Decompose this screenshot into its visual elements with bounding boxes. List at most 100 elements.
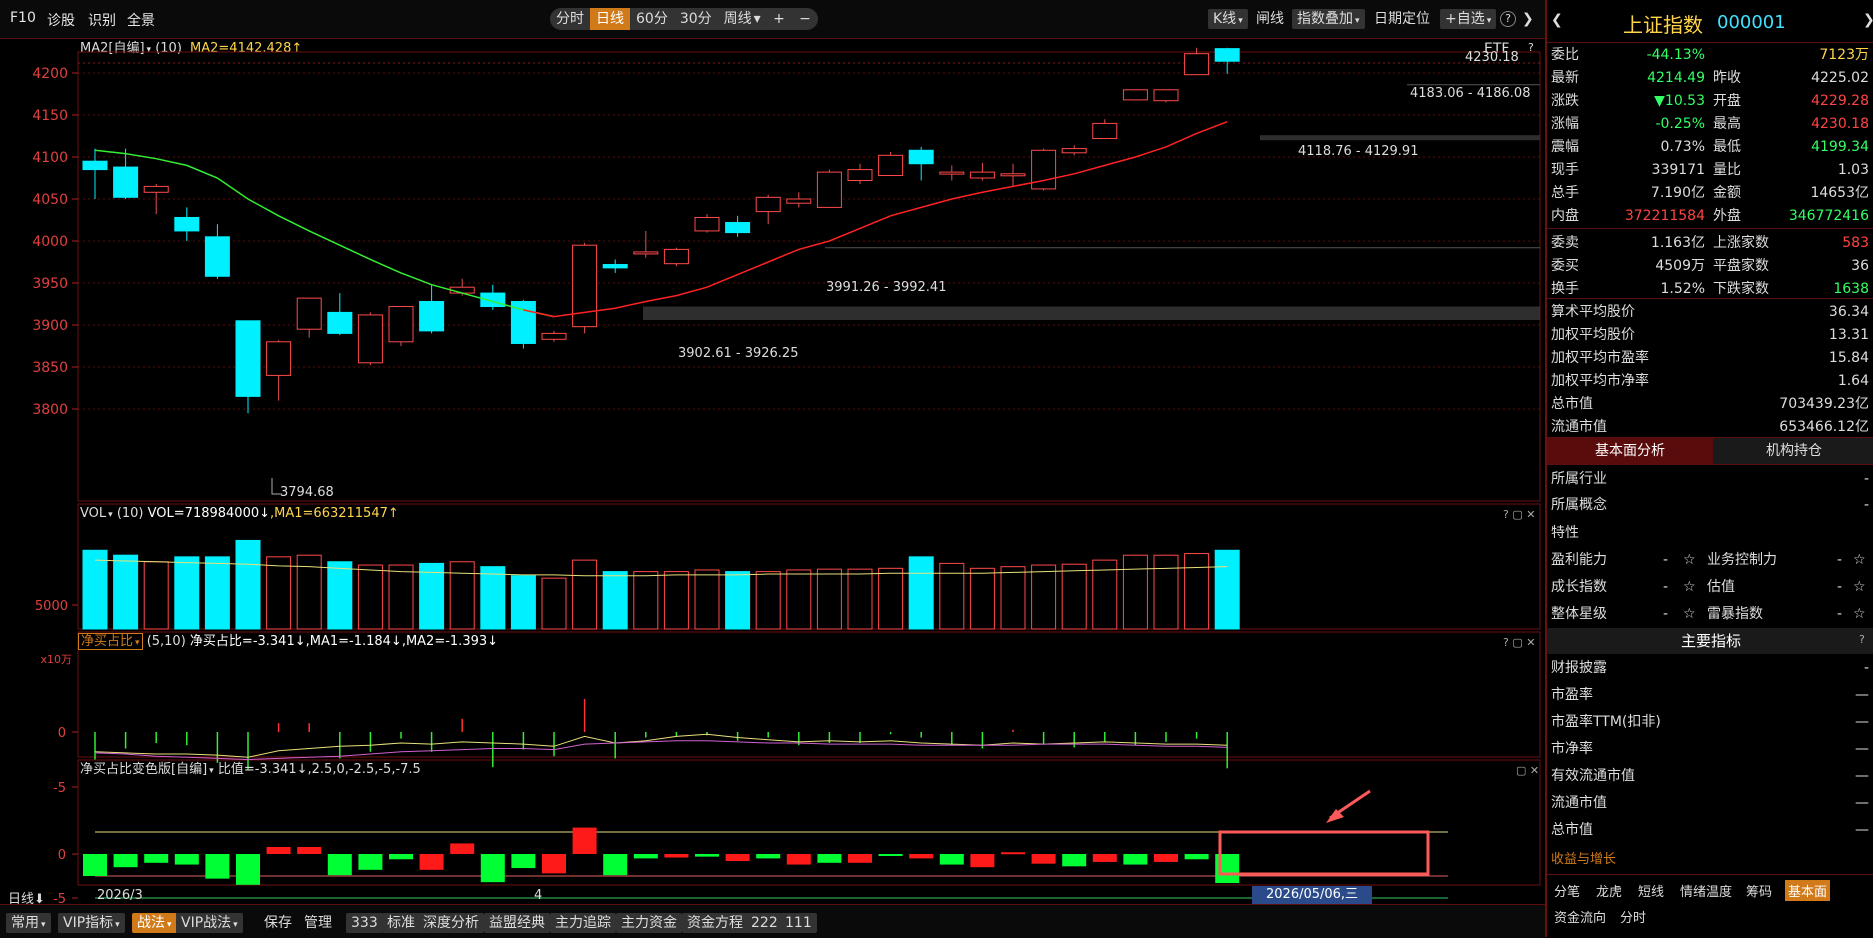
period-60min[interactable]: 60分 <box>630 8 674 30</box>
manage-button[interactable]: 管理 <box>304 913 332 933</box>
tab-fund-equation[interactable]: 资金方程 <box>682 913 748 933</box>
quote-row: 涨跌 ▼10.53 开盘 4229.28 <box>1547 90 1873 113</box>
help-icon[interactable]: ? <box>1500 11 1516 27</box>
star-icon[interactable]: ☆ <box>1683 549 1696 572</box>
panorama-button[interactable]: 全景 <box>127 10 155 30</box>
star-icon[interactable]: ☆ <box>1853 603 1866 626</box>
net-indicator-name[interactable]: 净买占比 ▾ <box>78 633 143 650</box>
period-weekly[interactable]: 周线 ▾ <box>718 8 767 30</box>
tab-222[interactable]: 222 <box>746 913 783 933</box>
rating-label: 整体星级 <box>1551 606 1607 622</box>
recognize-button[interactable]: 识别 <box>88 10 116 30</box>
panel-tab-0[interactable]: 分笔 <box>1551 880 1583 901</box>
period-30min[interactable]: 30分 <box>674 8 718 30</box>
vip-strategy-tab[interactable]: VIP战法 ▾ <box>176 913 243 933</box>
y-tick-label: 4100 <box>32 150 68 166</box>
price-annotation: 4118.76 - 4129.91 <box>1298 144 1418 159</box>
volume-bar <box>541 577 567 630</box>
add-favorite-button[interactable]: +自选 ▾ <box>1440 9 1497 29</box>
zoom-in-button[interactable]: + <box>767 8 791 30</box>
candle-body <box>816 171 842 208</box>
diagnose-button[interactable]: 诊股 <box>47 10 75 30</box>
line-chart-button[interactable]: 闸线 <box>1256 9 1284 29</box>
vol-name[interactable]: VOL <box>80 506 106 521</box>
candle-body <box>908 149 934 165</box>
save-button[interactable]: 保存 <box>264 913 292 933</box>
star-icon[interactable]: ☆ <box>1683 576 1696 599</box>
star-icon[interactable]: ☆ <box>1683 603 1696 626</box>
chevron-down-icon: ▾ <box>209 766 214 776</box>
panel-tab-5[interactable]: 基本面 <box>1785 880 1831 901</box>
tab-main-tracking[interactable]: 主力追踪 <box>550 913 616 933</box>
star-icon[interactable]: ☆ <box>1853 549 1866 572</box>
price-annotation: 3794.68 <box>280 485 334 500</box>
color-header: 净买占比变色版[自编] ▾ 比值=-3.341↓,2.5,0,-2.5,-5,-7… <box>80 760 421 780</box>
panel-tab-7[interactable]: 分时 <box>1617 906 1649 927</box>
price-annotation: 3991.26 - 3992.41 <box>826 280 946 295</box>
next-stock-icon[interactable]: ❯ <box>1863 12 1873 28</box>
index-overlay-button[interactable]: 指数叠加 ▾ <box>1292 9 1365 29</box>
common-tab[interactable]: 常用 ▾ <box>6 913 51 933</box>
volume-bar <box>143 561 169 630</box>
candle-body <box>572 244 598 328</box>
rating-value: - <box>1663 552 1669 568</box>
quote-row: 委卖 1.163亿 上涨家数 583 <box>1547 232 1873 255</box>
tab-main-funds[interactable]: 主力资金 <box>616 913 682 933</box>
volume-bar <box>847 568 873 630</box>
period-daily[interactable]: 日线 <box>590 8 630 30</box>
price-annotation: 4230.18 <box>1465 50 1519 65</box>
tab-deep-analysis[interactable]: 深度分析 <box>418 913 484 933</box>
quote-value-2: 1.03 <box>1837 162 1869 178</box>
help-icon[interactable]: ? <box>1859 633 1865 646</box>
date-locate-button[interactable]: 日期定位 <box>1374 9 1430 29</box>
tab-333[interactable]: 333 <box>346 913 383 933</box>
volume-bar <box>1153 554 1179 630</box>
rating-label: 成长指数 <box>1551 579 1607 595</box>
tab-standard[interactable]: 标准 <box>382 913 420 933</box>
tab-yimeng-classic[interactable]: 益盟经典 <box>484 913 550 933</box>
indicator-row: 流通市值 — <box>1547 792 1873 815</box>
vip-indicator-tab[interactable]: VIP指标 ▾ <box>58 913 125 933</box>
candle-body <box>327 311 353 334</box>
volume-bar <box>204 556 230 630</box>
quote-label: 总手 <box>1551 185 1579 201</box>
color-indicator-name[interactable]: 净买占比变色版[自编] <box>80 762 207 777</box>
collapse-right-icon[interactable]: ❯ <box>1522 9 1534 29</box>
star-icon[interactable]: ☆ <box>1853 576 1866 599</box>
y-tick-label: 3800 <box>32 402 68 418</box>
chart-area[interactable]: MA2[自编] ▾ (10) MA2=4142.428↑ ETF ? 4200 41… <box>0 39 1543 907</box>
zoom-out-button[interactable]: − <box>793 8 817 30</box>
color-panel-controls[interactable]: ▢ ✕ <box>1516 764 1539 777</box>
chevron-down-icon: ▾ <box>1355 16 1360 26</box>
net-ma1-line <box>94 733 1228 758</box>
tab-111[interactable]: 111 <box>780 913 817 933</box>
net-panel-controls[interactable]: ? ▢ ✕ <box>1503 636 1535 649</box>
candle-body <box>969 171 995 179</box>
period-minute[interactable]: 分时 <box>550 8 590 30</box>
panel-tab-4[interactable]: 筹码 <box>1743 880 1775 901</box>
panel-tab-1[interactable]: 龙虎 <box>1593 880 1625 901</box>
date-tick-2: 4 <box>534 888 543 903</box>
tab-fundamental[interactable]: 基本面分析 <box>1547 438 1713 464</box>
tab-institution[interactable]: 机构持仓 <box>1713 438 1873 464</box>
candle-body <box>204 236 230 277</box>
panel-tab-2[interactable]: 短线 <box>1635 880 1667 901</box>
panel-tab-3[interactable]: 情绪温度 <box>1677 880 1735 901</box>
quote-label: 现手 <box>1551 162 1579 178</box>
ratio-bar <box>1062 854 1087 867</box>
quote-row: 总手 7.190亿 金额 14653亿 <box>1547 182 1873 205</box>
kline-button[interactable]: K线 ▾ <box>1208 9 1248 29</box>
panel-tab-6[interactable]: 资金流向 <box>1551 906 1609 927</box>
vol-panel-controls[interactable]: ? ▢ ✕ <box>1503 508 1535 521</box>
quote-label: 委买 <box>1551 258 1579 274</box>
volume-bar <box>327 561 353 630</box>
volume-bar <box>419 562 445 630</box>
strategy-tab[interactable]: 战法 ▾ <box>132 913 177 933</box>
indicator-label: 流通市值 <box>1551 795 1607 811</box>
growth-label: 收益与增长 <box>1551 852 1617 867</box>
candle-body <box>1122 89 1148 101</box>
industry-value: - <box>1863 471 1869 487</box>
f10-button[interactable]: F10 <box>10 10 36 26</box>
prev-stock-icon[interactable]: ❮ <box>1551 12 1563 28</box>
average-label: 加权平均股价 <box>1551 327 1635 343</box>
